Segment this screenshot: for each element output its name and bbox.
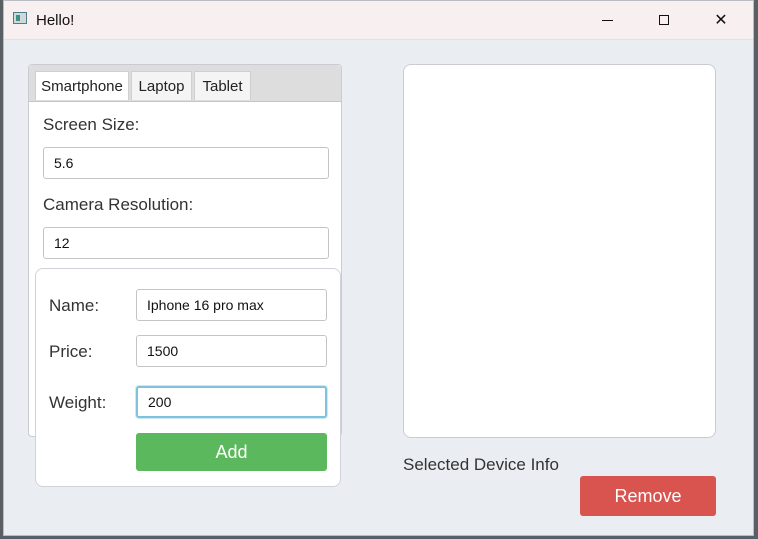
add-button[interactable]: Add xyxy=(136,433,327,471)
weight-label: Weight: xyxy=(49,393,107,412)
tab-laptop[interactable]: Laptop xyxy=(131,71,192,100)
remove-button[interactable]: Remove xyxy=(580,476,716,516)
app-icon xyxy=(13,12,27,24)
camera-resolution-input[interactable] xyxy=(43,227,329,259)
screen-size-input[interactable] xyxy=(43,147,329,179)
close-icon: ✕ xyxy=(714,12,728,29)
weight-input[interactable] xyxy=(136,386,327,418)
maximize-icon xyxy=(659,15,669,25)
title-bar[interactable]: Hello! ✕ xyxy=(4,1,753,40)
price-label: Price: xyxy=(49,342,93,361)
screen-size-label: Screen Size: xyxy=(43,115,140,134)
device-list[interactable] xyxy=(403,64,716,438)
minimize-icon xyxy=(601,19,613,21)
app-window: Hello! ✕ Smartphone Laptop Tablet Screen… xyxy=(3,0,754,536)
tab-bar: Smartphone Laptop Tablet xyxy=(29,65,341,102)
window-title: Hello! xyxy=(36,12,75,29)
maximize-button[interactable] xyxy=(641,1,687,39)
price-input[interactable] xyxy=(136,335,327,367)
close-button[interactable]: ✕ xyxy=(698,1,744,39)
minimize-button[interactable] xyxy=(584,1,630,39)
tab-smartphone[interactable]: Smartphone xyxy=(35,71,129,100)
name-input[interactable] xyxy=(136,289,327,321)
name-label: Name: xyxy=(49,296,100,315)
selected-device-info-label: Selected Device Info xyxy=(403,455,559,474)
tab-tablet[interactable]: Tablet xyxy=(194,71,251,100)
camera-resolution-label: Camera Resolution: xyxy=(43,195,194,214)
device-form-card: Name: Price: Weight: Add xyxy=(35,268,341,487)
